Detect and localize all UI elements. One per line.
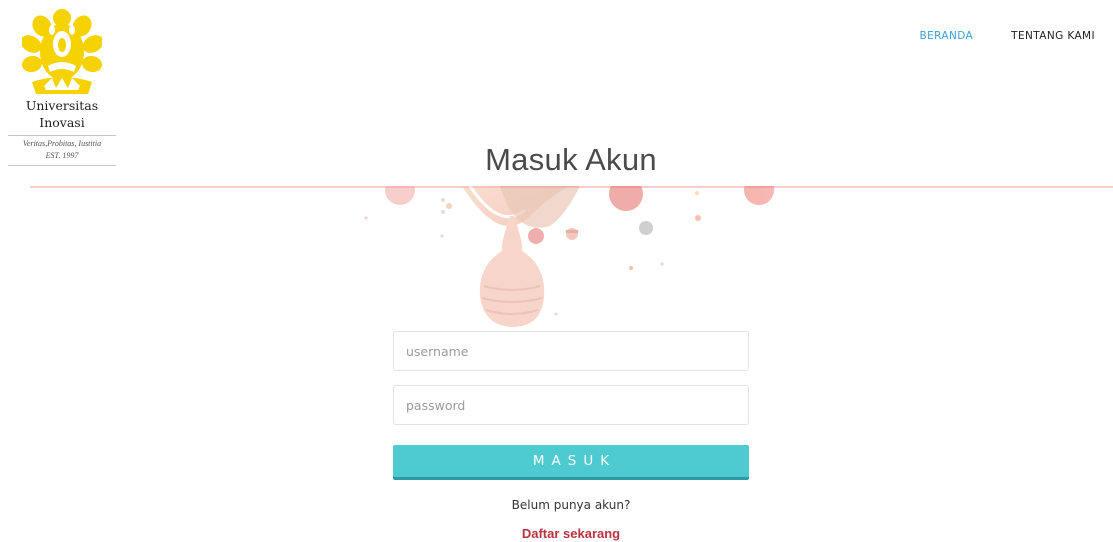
university-name-line2: Inovasi (39, 115, 85, 130)
password-input[interactable] (393, 385, 749, 425)
signup-prompt: Belum punya akun? (511, 498, 631, 512)
login-form: MASUK Belum punya akun? Daftar sekarang (393, 331, 749, 541)
university-name-line1: Universitas (25, 98, 99, 113)
makara-emblem-icon (22, 9, 102, 94)
login-button[interactable]: MASUK (393, 445, 749, 480)
decorative-illustration (364, 186, 774, 327)
nav-item-beranda[interactable]: BERANDA (920, 30, 974, 42)
username-input[interactable] (393, 331, 749, 371)
nav-item-tentang-kami[interactable]: TENTANG KAMI (1011, 30, 1095, 42)
top-nav: BERANDA TENTANG KAMI (920, 30, 1096, 42)
login-page: Universitas Inovasi Veritas,Probitas, Iu… (0, 0, 1113, 542)
logo-divider (8, 135, 116, 136)
signup-link[interactable]: Daftar sekarang (393, 526, 749, 541)
page-title: Masuk Akun (485, 142, 657, 177)
